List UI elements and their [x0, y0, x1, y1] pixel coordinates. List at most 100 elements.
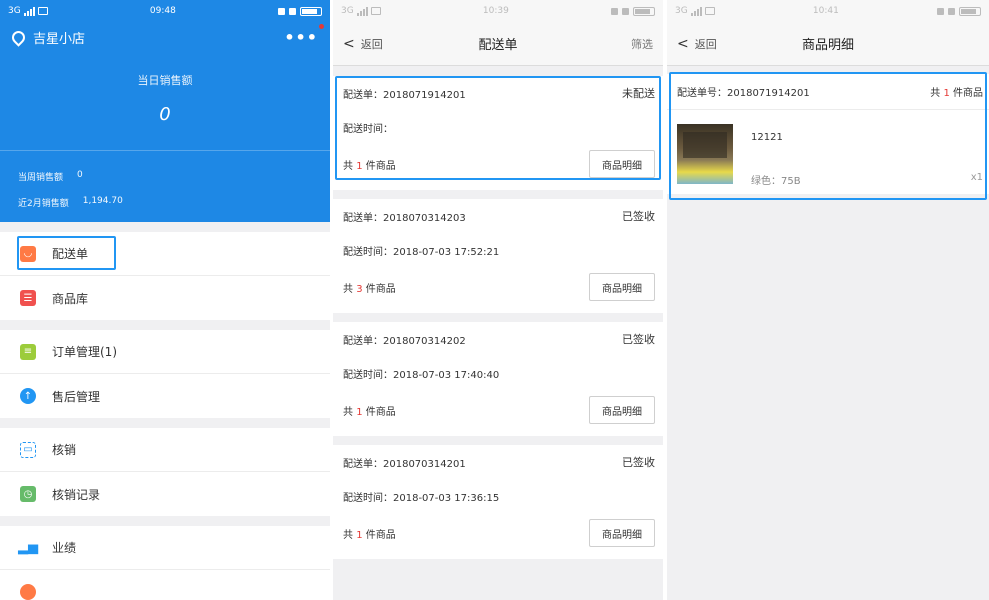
unread-dot [319, 24, 324, 29]
item-count: 共 1 件商品 [343, 160, 396, 172]
shop-selector[interactable]: 吉星小店 [9, 27, 86, 47]
network-label: 3G [341, 6, 354, 16]
item-count: 共 1 件商品 [343, 529, 396, 541]
order-number: 配送单：2018070314203 [343, 212, 466, 224]
menu-item-order-management[interactable]: ≡ 订单管理(1) [0, 330, 330, 374]
product-detail-screen: 3G 10:41 < 返回 商品明细 配送单号：2018071914201 共 1… [667, 0, 989, 600]
order-management-icon: ≡ [20, 343, 36, 360]
daily-sales-label: 当日销售额 [137, 74, 193, 87]
chevron-left-icon: < [677, 35, 689, 52]
recent-sales: 近2月销售额 1,194.70 [18, 196, 123, 209]
menu-group-4: ▂▅ 业绩 [0, 526, 330, 600]
recent-sales-value: 1,194.70 [82, 196, 123, 206]
product-item[interactable]: 12121 绿色：75B x1 [667, 110, 989, 194]
delivery-order-card[interactable]: 配送单：2018071914201 未配送 配送时间： 共 1 件商品 商品明细 [333, 76, 663, 190]
clock: 09:48 [149, 6, 176, 16]
order-number: 配送单：2018070314201 [343, 458, 466, 470]
delivery-order-card[interactable]: 配送单：2018070314203 已签收 配送时间：2018-07-03 17:… [333, 199, 663, 313]
status-bar: 3G 09:48 [0, 0, 330, 22]
delivery-time: 配送时间： [343, 123, 393, 135]
menu-item-label: 订单管理(1) [52, 345, 117, 359]
product-detail-button[interactable]: 商品明细 [589, 519, 655, 547]
back-label: 返回 [694, 37, 717, 51]
order-summary: 配送单号：2018071914201 共 1 件商品 [667, 74, 989, 110]
delivery-time: 配送时间：2018-07-03 17:36:15 [343, 492, 500, 504]
sales-header: 3G 09:48 吉星小店 ••• 当日销售额 0 当周销售额 0 近2月销售额 [0, 0, 330, 222]
notification-icon [704, 7, 715, 15]
more-icon[interactable]: ••• [284, 28, 318, 47]
menu-group-1: ◡ 配送单 ☰ 商品库 [0, 232, 330, 320]
order-status: 已签收 [622, 333, 655, 346]
menu-item-label: 核销 [52, 443, 77, 457]
menu-item-after-sales[interactable]: ↑ 售后管理 [0, 374, 330, 418]
signal-icon [23, 6, 35, 16]
menu-item-delivery[interactable]: ◡ 配送单 [0, 232, 330, 276]
sim-icon [936, 7, 944, 15]
menu-item-label: 售后管理 [52, 389, 101, 404]
filter-button[interactable]: 筛选 [631, 36, 653, 52]
location-pin-icon [9, 27, 28, 47]
sim-icon [277, 7, 285, 15]
product-spec: 绿色：75B [751, 176, 801, 187]
item-count: 共 1 件商品 [343, 406, 396, 418]
recent-sales-label: 近2月销售额 [18, 199, 69, 209]
product-thumbnail [677, 124, 733, 184]
product-detail-button[interactable]: 商品明细 [589, 150, 655, 178]
clock: 10:39 [482, 6, 509, 16]
after-sales-icon: ↑ [20, 388, 36, 404]
back-label: 返回 [360, 37, 383, 51]
nav-bar: < 返回 商品明细 [667, 22, 989, 66]
divider [0, 150, 330, 151]
more-menu-icon [20, 584, 36, 600]
delivery-time: 配送时间：2018-07-03 17:40:40 [343, 369, 500, 381]
order-number: 配送单：2018070314202 [343, 335, 466, 347]
delivery-order-card[interactable]: 配送单：2018070314202 已签收 配送时间：2018-07-03 17:… [333, 322, 663, 436]
menu-item-product-library[interactable]: ☰ 商品库 [0, 276, 330, 320]
week-sales-label: 当周销售额 [18, 173, 64, 183]
performance-chart-icon: ▂▅ [18, 540, 38, 555]
battery-icon [632, 6, 655, 16]
sim-icon [610, 7, 618, 15]
product-detail-button[interactable]: 商品明细 [589, 396, 655, 424]
shop-name: 吉星小店 [33, 31, 86, 47]
back-button[interactable]: < 返回 [343, 36, 383, 52]
network-label: 3G [8, 6, 21, 16]
menu-group-3: ▭ 核销 ◷ 核销记录 [0, 428, 330, 516]
order-status: 未配送 [622, 87, 655, 100]
order-status: 已签收 [622, 456, 655, 469]
menu-item-label: 商品库 [52, 291, 89, 306]
product-quantity: x1 [970, 172, 983, 183]
menu-group-2: ≡ 订单管理(1) ↑ 售后管理 [0, 330, 330, 418]
status-bar: 3G 10:39 [333, 0, 663, 22]
delivery-order-card[interactable]: 配送单：2018070314201 已签收 配送时间：2018-07-03 17:… [333, 445, 663, 559]
signal-icon [690, 6, 702, 16]
status-bar: 3G 10:41 [667, 0, 989, 22]
menu-item-verify[interactable]: ▭ 核销 [0, 428, 330, 472]
network-label: 3G [675, 6, 688, 16]
back-button[interactable]: < 返回 [677, 36, 717, 52]
item-count: 共 3 件商品 [343, 283, 396, 295]
item-count: 共 1 件商品 [930, 88, 983, 99]
menu-item-performance[interactable]: ▂▅ 业绩 [0, 526, 330, 570]
notification-icon [370, 7, 381, 15]
menu-item-label: 配送单 [52, 247, 89, 261]
delivery-time: 配送时间：2018-07-03 17:52:21 [343, 246, 500, 258]
product-name: 12121 [751, 132, 783, 143]
delivery-icon: ◡ [20, 245, 36, 262]
signal-icon [356, 6, 368, 16]
order-number: 配送单号：2018071914201 [677, 88, 810, 99]
menu-item-verify-record[interactable]: ◷ 核销记录 [0, 472, 330, 516]
product-detail-button[interactable]: 商品明细 [589, 273, 655, 301]
week-sales: 当周销售额 0 [18, 170, 83, 183]
daily-sales-value: 0 [159, 104, 171, 125]
verify-record-icon: ◷ [20, 486, 36, 502]
nav-bar: < 返回 配送单 筛选 [333, 22, 663, 66]
order-status: 已签收 [622, 210, 655, 223]
clock: 10:41 [812, 6, 839, 16]
menu-item-partial[interactable] [0, 570, 330, 600]
menu-item-label: 业绩 [52, 541, 77, 555]
scan-verify-icon: ▭ [20, 441, 36, 458]
alarm-icon [621, 7, 629, 15]
battery-icon [299, 6, 322, 16]
alarm-icon [947, 7, 955, 15]
